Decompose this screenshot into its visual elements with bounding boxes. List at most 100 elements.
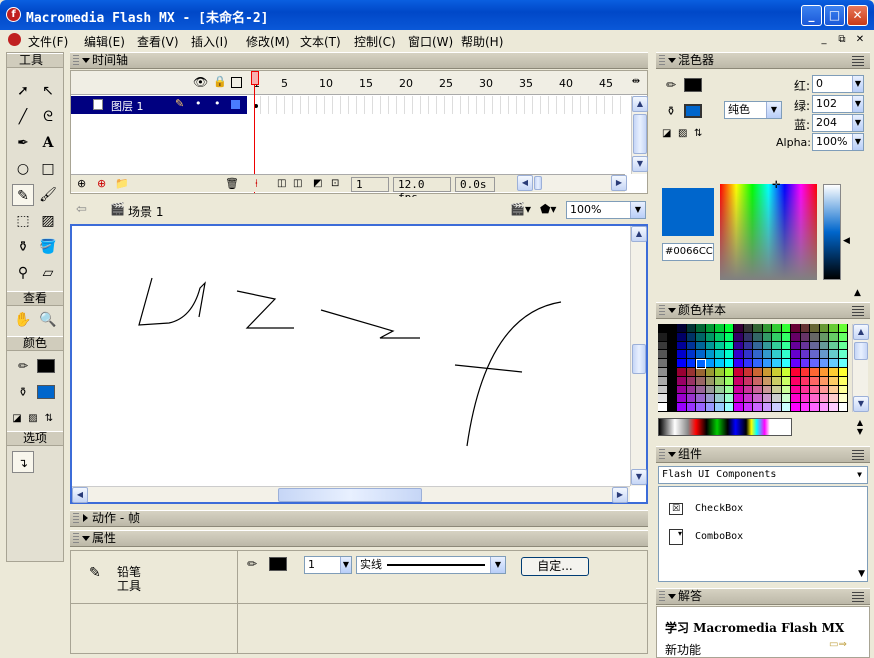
oval-tool-icon[interactable]: ○ [12, 158, 34, 180]
doc-close-button[interactable]: ✕ [852, 33, 868, 47]
back-arrow-icon[interactable]: ⇦ [76, 202, 87, 217]
color-swatch[interactable] [743, 324, 752, 332]
answers-header[interactable]: 解答 [656, 588, 870, 605]
fill-transform-tool-icon[interactable]: ▨ [37, 210, 59, 232]
color-swatch[interactable] [743, 350, 752, 359]
color-swatch[interactable] [753, 332, 762, 341]
color-swatch[interactable] [743, 385, 752, 394]
color-swatch[interactable] [838, 359, 847, 367]
color-swatch[interactable] [658, 376, 667, 385]
color-swatch[interactable] [829, 341, 838, 350]
component-combobox[interactable]: ▾ ComboBox [669, 529, 869, 547]
menu-view[interactable]: 查看(V) [137, 33, 179, 50]
frame-ruler[interactable]: 1 5 10 15 20 25 30 35 40 45 [247, 71, 625, 95]
color-swatch[interactable] [686, 332, 695, 341]
eyedropper-tool-icon[interactable]: ⚲ [12, 262, 34, 284]
edit-scene-icon[interactable]: 🎬▾ [510, 202, 531, 216]
color-swatch[interactable] [677, 394, 686, 403]
color-swatch[interactable] [781, 350, 790, 359]
eraser-tool-icon[interactable]: ▱ [37, 262, 59, 284]
fill-color-swatch[interactable] [684, 104, 702, 118]
color-swatch[interactable] [781, 376, 790, 385]
color-swatch[interactable] [829, 324, 838, 332]
color-swatch[interactable] [705, 350, 714, 359]
stroke-color-swatch[interactable] [684, 78, 702, 92]
color-swatch[interactable] [829, 332, 838, 341]
color-spectrum[interactable] [720, 184, 817, 280]
chevron-down-icon[interactable]: ▼ [852, 467, 867, 483]
color-swatch[interactable] [677, 332, 686, 341]
color-swatch[interactable] [677, 341, 686, 350]
lasso-tool-icon[interactable]: ᘓ [37, 106, 59, 128]
gradient-scroll-buttons[interactable]: ▲ ▼ [852, 418, 868, 438]
title-bar[interactable]: f Macromedia Flash MX - [未命名-2] _ □ ✕ [0, 0, 874, 30]
color-swatch[interactable] [762, 394, 771, 403]
swatch-grid[interactable] [658, 324, 848, 412]
stroke-width-field[interactable]: 1 ▼ [304, 556, 352, 574]
color-swatch[interactable] [791, 341, 800, 350]
menu-edit[interactable]: 编辑(E) [84, 33, 125, 50]
color-swatch[interactable] [753, 341, 762, 350]
color-swatch[interactable] [819, 341, 828, 350]
color-swatch[interactable] [686, 376, 695, 385]
color-swatch[interactable] [734, 385, 743, 394]
color-swatch[interactable] [715, 376, 724, 385]
free-transform-tool-icon[interactable]: ⬚ [12, 210, 34, 232]
color-swatch[interactable] [715, 368, 724, 376]
color-swatch[interactable] [686, 368, 695, 376]
stage-area[interactable]: ▲ ▼ ◀ ▶ [70, 224, 648, 504]
color-swatch[interactable] [838, 341, 847, 350]
color-swatch[interactable] [667, 403, 676, 411]
color-swatch[interactable] [696, 376, 705, 385]
color-mixer-header[interactable]: 混色器 [656, 52, 870, 69]
color-swatch[interactable] [819, 350, 828, 359]
color-swatch[interactable] [677, 350, 686, 359]
layer-name[interactable]: 图层 1 [111, 98, 144, 114]
scroll-up-button[interactable]: ▲ [632, 96, 648, 112]
line-tool-icon[interactable]: ╱ [12, 106, 34, 128]
color-swatch[interactable] [677, 376, 686, 385]
color-swatch[interactable] [724, 332, 733, 341]
custom-stroke-button[interactable]: 自定... [521, 557, 589, 576]
color-swatch[interactable] [658, 324, 667, 332]
color-swatch[interactable] [781, 368, 790, 376]
color-swatch[interactable] [715, 324, 724, 332]
color-swatch[interactable] [838, 385, 847, 394]
color-swatch[interactable] [715, 394, 724, 403]
close-button[interactable]: ✕ [847, 5, 868, 26]
color-swatch[interactable] [838, 324, 847, 332]
chevron-down-icon[interactable]: ▼ [490, 557, 505, 573]
color-swatch[interactable] [800, 394, 809, 403]
stroke-style-select[interactable]: 实线 ▼ [356, 556, 506, 574]
color-swatch[interactable] [810, 376, 819, 385]
color-swatch[interactable] [715, 341, 724, 350]
color-swatch[interactable] [800, 350, 809, 359]
no-color-icon[interactable]: ▨ [25, 408, 41, 430]
color-swatch[interactable] [800, 385, 809, 394]
color-swatch[interactable] [724, 385, 733, 394]
color-swatch[interactable] [762, 341, 771, 350]
drawing-canvas[interactable] [74, 228, 630, 488]
color-swatch[interactable] [705, 394, 714, 403]
color-swatch[interactable] [800, 403, 809, 411]
color-swatch[interactable] [667, 332, 676, 341]
component-set-select[interactable]: Flash UI Components ▼ [658, 466, 868, 484]
menu-window[interactable]: 窗口(W) [408, 33, 453, 50]
color-swatch[interactable] [753, 385, 762, 394]
doc-minimize-button[interactable]: _ [816, 33, 832, 47]
color-swatch[interactable] [696, 350, 705, 359]
scroll-thumb[interactable] [534, 176, 542, 190]
brightness-marker[interactable]: ◀ [843, 236, 850, 246]
color-swatch[interactable] [762, 350, 771, 359]
color-swatch[interactable] [781, 359, 790, 367]
color-swatch[interactable] [800, 332, 809, 341]
color-swatch[interactable] [667, 324, 676, 332]
color-swatch[interactable] [667, 368, 676, 376]
color-swatch[interactable] [734, 341, 743, 350]
color-swatch[interactable] [791, 376, 800, 385]
color-swatch[interactable] [658, 403, 667, 411]
color-swatch[interactable] [819, 324, 828, 332]
doc-restore-button[interactable]: ⧉ [834, 33, 850, 47]
color-swatch[interactable] [772, 385, 781, 394]
color-swatch[interactable] [667, 394, 676, 403]
